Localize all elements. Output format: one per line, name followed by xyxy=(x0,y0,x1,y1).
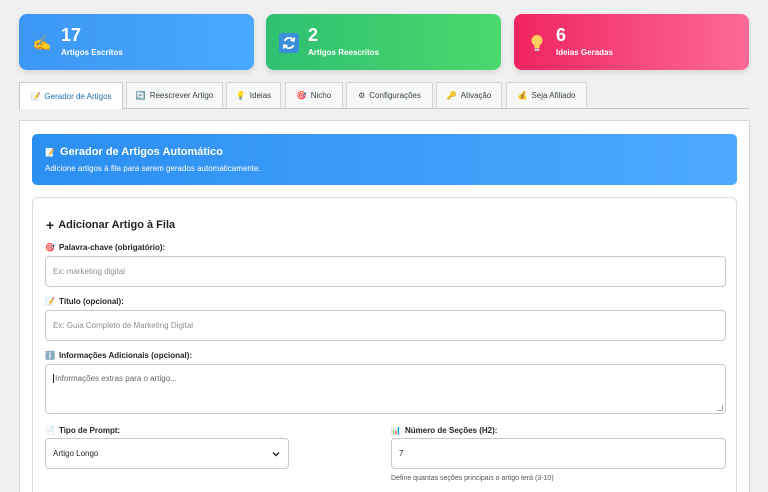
stat-card-rewritten: 2 Artigos Reescritos xyxy=(266,14,501,70)
stat-label: Ideias Geradas xyxy=(556,48,613,57)
banner-title: 📝 Gerador de Artigos Automático xyxy=(45,146,223,158)
writing-hand-icon: ✍ xyxy=(32,35,52,52)
info-label-text: Informações Adicionais (opcional): xyxy=(58,351,193,360)
plus-icon: + xyxy=(46,217,55,233)
text-caret xyxy=(53,374,54,383)
tab-label: Gerador de Artigos xyxy=(44,91,112,101)
keyword-label-text: Palavra-chave (obrigatório): xyxy=(58,243,166,252)
tab-label: Reescrever Artigo xyxy=(149,91,214,100)
banner-subtitle: Adicione artigos à fila para serem gerad… xyxy=(45,164,261,173)
tab-rewrite-article[interactable]: 🔄 Reescrever Artigo xyxy=(126,82,223,108)
prompt-type-value: Artigo Longo xyxy=(53,449,99,458)
tab-affiliate[interactable]: 💰 Seja Afiliado xyxy=(506,82,587,108)
keyword-input[interactable]: Ex: marketing digital xyxy=(45,256,726,287)
info-textarea[interactable]: Informações extras para o artigo... xyxy=(45,364,726,414)
banner-title-text: Gerador de Artigos Automático xyxy=(59,146,223,158)
sections-label: 📊 Número de Seções (H2): xyxy=(391,426,497,435)
memo-icon: 📝 xyxy=(45,297,55,306)
money-bag-icon: 💰 xyxy=(517,91,528,100)
tab-niche[interactable]: 🎯 Nicho xyxy=(285,82,343,108)
stat-number: 2 xyxy=(308,25,319,45)
prompt-type-label: 📄 Tipo de Prompt: xyxy=(45,426,120,435)
chevron-down-icon xyxy=(272,452,280,457)
refresh-icon xyxy=(279,33,299,53)
tab-article-generator[interactable]: 📝 Gerador de Artigos xyxy=(19,82,123,109)
refresh-icon: 🔄 xyxy=(135,91,146,100)
sections-value: 7 xyxy=(399,449,404,458)
stat-label: Artigos Escritos xyxy=(61,48,123,57)
sections-hint: Define quantas seções principais o artig… xyxy=(391,475,554,482)
resize-handle[interactable] xyxy=(717,405,723,411)
sections-label-text: Número de Seções (H2): xyxy=(404,426,498,435)
key-icon: 🔑 xyxy=(446,91,457,100)
keyword-placeholder: Ex: marketing digital xyxy=(53,267,126,276)
gear-icon: ⚙ xyxy=(358,91,366,100)
main-panel: 📝 Gerador de Artigos Automático Adicione… xyxy=(19,120,750,492)
stat-number: 6 xyxy=(556,25,567,45)
chart-icon: 📊 xyxy=(391,426,401,435)
memo-icon: 📝 xyxy=(45,147,55,157)
light-bulb-icon: 💡 xyxy=(235,91,246,100)
memo-icon: 📝 xyxy=(30,91,41,101)
title-label: 📝 Título (opcional): xyxy=(45,297,124,306)
info-placeholder: Informações extras para o artigo... xyxy=(55,374,177,383)
light-bulb-icon xyxy=(527,33,547,53)
target-icon: 🎯 xyxy=(296,91,307,100)
tab-label: Ideias xyxy=(249,91,272,100)
keyword-label: 🎯 Palavra-chave (obrigatório): xyxy=(45,243,165,252)
tab-label: Configurações xyxy=(369,91,421,100)
tab-activation[interactable]: 🔑 Ativação xyxy=(436,82,502,108)
stat-card-written: ✍ 17 Artigos Escritos xyxy=(19,14,254,70)
tab-label: Ativação xyxy=(460,91,492,100)
card-title-text: Adicionar Artigo à Fila xyxy=(58,219,176,231)
info-icon: ℹ️ xyxy=(45,351,55,360)
tab-label: Nicho xyxy=(310,91,332,100)
stat-card-ideas: 6 Ideias Geradas xyxy=(514,14,749,70)
tab-ideas[interactable]: 💡 Ideias xyxy=(226,82,281,108)
title-placeholder: Ex: Guia Completo de Marketing Digital xyxy=(53,321,194,330)
tab-label: Seja Afiliado xyxy=(531,91,576,100)
add-article-card: + Adicionar Artigo à Fila 🎯 Palavra-chav… xyxy=(32,197,737,492)
prompt-type-select[interactable]: Artigo Longo xyxy=(45,438,289,469)
stat-number: 17 xyxy=(61,25,82,45)
tab-settings[interactable]: ⚙ Configurações xyxy=(346,82,433,108)
title-label-text: Título (opcional): xyxy=(58,297,124,306)
stats-row: ✍ 17 Artigos Escritos 2 Artigos Reescrit… xyxy=(19,14,749,70)
prompt-type-label-text: Tipo de Prompt: xyxy=(58,426,121,435)
target-icon: 🎯 xyxy=(45,243,55,252)
info-label: ℹ️ Informações Adicionais (opcional): xyxy=(45,351,192,360)
stat-label: Artigos Reescritos xyxy=(308,48,380,57)
generator-banner: 📝 Gerador de Artigos Automático Adicione… xyxy=(32,134,737,185)
tab-bar: 📝 Gerador de Artigos 🔄 Reescrever Artigo… xyxy=(19,82,749,109)
card-title: + Adicionar Artigo à Fila xyxy=(46,217,176,233)
document-icon: 📄 xyxy=(45,426,55,435)
sections-number-input[interactable]: 7 xyxy=(391,438,726,469)
title-input[interactable]: Ex: Guia Completo de Marketing Digital xyxy=(45,310,726,341)
